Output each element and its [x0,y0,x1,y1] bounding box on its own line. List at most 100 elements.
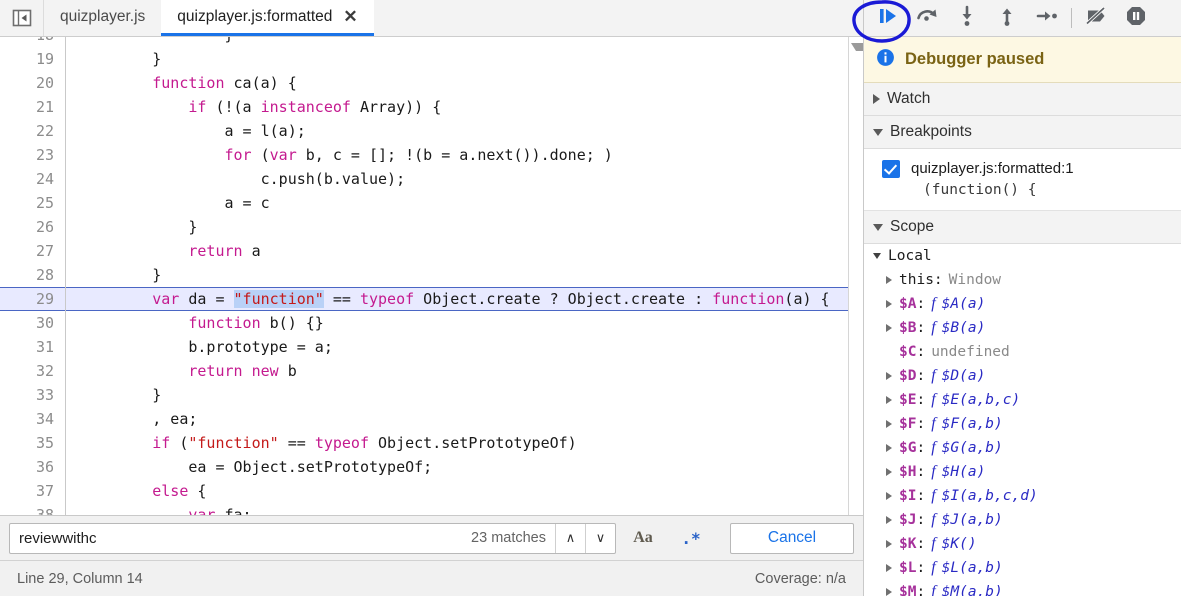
chevron-right-icon[interactable] [886,516,892,524]
code-line[interactable]: 29 var da = "function" == typeof Object.… [0,287,863,311]
code-token: ea = Object.setPrototypeOf; [80,458,433,476]
chevron-right-icon[interactable] [886,372,892,380]
show-navigator-button[interactable] [0,0,44,36]
step-button[interactable] [1027,0,1067,36]
chevron-right-icon[interactable] [886,300,892,308]
chevron-right-icon[interactable] [886,492,892,500]
search-prev-button[interactable]: ∧ [555,523,585,553]
line-number[interactable]: 24 [0,167,66,191]
scope-variable-row[interactable]: $K: f $K() [864,532,1181,556]
line-number[interactable]: 30 [0,311,66,335]
line-number[interactable]: 38 [0,503,66,515]
code-line[interactable]: 22 a = l(a); [0,119,863,143]
scope-local-header[interactable]: Local [864,244,1181,268]
tab-label: quizplayer.js [60,7,146,25]
search-next-button[interactable]: ∨ [585,523,615,553]
scope-variable-row[interactable]: $F: f $F(a,b) [864,412,1181,436]
line-number[interactable]: 26 [0,215,66,239]
chevron-right-icon[interactable] [886,540,892,548]
line-number[interactable]: 23 [0,143,66,167]
scope-variable-row[interactable]: $I: f $I(a,b,c,d) [864,484,1181,508]
chevron-right-icon[interactable] [886,396,892,404]
scope-variable-row[interactable]: $B: f $B(a) [864,316,1181,340]
scope-variable-row[interactable]: $M: f $M(a,b) [864,580,1181,596]
line-number[interactable]: 37 [0,479,66,503]
code-line[interactable]: 19 } [0,47,863,71]
chevron-right-icon[interactable] [886,324,892,332]
function-glyph-icon: f [931,559,936,576]
scope-variable-row[interactable]: $G: f $G(a,b) [864,436,1181,460]
code-line[interactable]: 31 b.prototype = a; [0,335,863,359]
scope-variable-row[interactable]: $J: f $J(a,b) [864,508,1181,532]
line-number[interactable]: 36 [0,455,66,479]
chevron-right-icon[interactable] [886,468,892,476]
code-line[interactable]: 25 a = c [0,191,863,215]
code-line[interactable]: 27 return a [0,239,863,263]
chevron-right-icon[interactable] [886,588,892,596]
line-number[interactable]: 34 [0,407,66,431]
cancel-button[interactable]: Cancel [730,522,854,554]
regex-toggle[interactable]: .* [678,524,704,553]
code-line[interactable]: 23 for (var b, c = []; !(b = a.next()).d… [0,143,863,167]
section-breakpoints[interactable]: Breakpoints [864,116,1181,149]
resume-button[interactable] [867,0,907,36]
breakpoint-item[interactable]: quizplayer.js:formatted:1 (function() { [864,149,1181,211]
code-line[interactable]: 34 , ea; [0,407,863,431]
variable-value: $G(a,b) [941,440,1003,456]
scope-variable-row[interactable]: $E: f $E(a,b,c) [864,388,1181,412]
code-line[interactable]: 32 return new b [0,359,863,383]
code-line[interactable]: 37 else { [0,479,863,503]
pause-on-exceptions-button[interactable] [1116,0,1156,36]
scope-variable-row[interactable]: this: Window [864,268,1181,292]
line-number[interactable]: 28 [0,263,66,287]
line-number[interactable]: 29 [0,287,66,311]
code-line[interactable]: 30 function b() {} [0,311,863,335]
line-number[interactable]: 21 [0,95,66,119]
line-number[interactable]: 20 [0,71,66,95]
line-number[interactable]: 22 [0,119,66,143]
step-out-button[interactable] [987,0,1027,36]
code-editor[interactable]: 18 }19 }20 function ca(a) {21 if (!(a in… [0,37,863,515]
code-line[interactable]: 38 var fa; [0,503,863,515]
deactivate-breakpoints-button[interactable] [1076,0,1116,36]
editor-scrollbar[interactable] [848,37,863,515]
code-line[interactable]: 24 c.push(b.value); [0,167,863,191]
scope-variable-row[interactable]: $A: f $A(a) [864,292,1181,316]
line-number[interactable]: 25 [0,191,66,215]
chevron-right-icon[interactable] [886,444,892,452]
breakpoint-checkbox[interactable] [882,160,900,178]
line-number[interactable]: 32 [0,359,66,383]
step-into-button[interactable] [947,0,987,36]
tab-quizplayer-js-formatted[interactable]: quizplayer.js:formatted ✕ [161,0,374,36]
chevron-right-icon[interactable] [886,564,892,572]
code-line[interactable]: 21 if (!(a instanceof Array)) { [0,95,863,119]
code-line[interactable]: 36 ea = Object.setPrototypeOf; [0,455,863,479]
chevron-right-icon[interactable] [886,276,892,284]
scope-variable-row[interactable]: $L: f $L(a,b) [864,556,1181,580]
close-icon[interactable]: ✕ [343,8,357,25]
line-number[interactable]: 19 [0,47,66,71]
tab-quizplayer-js[interactable]: quizplayer.js [44,0,161,36]
code-line[interactable]: 33 } [0,383,863,407]
code-line[interactable]: 18 } [0,37,863,47]
step-over-button[interactable] [907,0,947,36]
line-number[interactable]: 18 [0,37,66,47]
variable-colon: : [916,488,926,504]
section-watch[interactable]: Watch [864,83,1181,116]
code-line[interactable]: 35 if ("function" == typeof Object.setPr… [0,431,863,455]
line-number[interactable]: 31 [0,335,66,359]
line-number[interactable]: 35 [0,431,66,455]
line-number[interactable]: 33 [0,383,66,407]
scope-variable-row[interactable]: $C: undefined [864,340,1181,364]
code-line[interactable]: 26 } [0,215,863,239]
scope-variable-row[interactable]: $H: f $H(a) [864,460,1181,484]
scope-variable-list[interactable]: Local this: Window $A: f $A(a) $B: f $B(a) $C: und… [864,244,1181,596]
chevron-right-icon[interactable] [886,420,892,428]
line-number[interactable]: 27 [0,239,66,263]
code-line[interactable]: 28 } [0,263,863,287]
code-line[interactable]: 20 function ca(a) { [0,71,863,95]
search-input[interactable] [10,523,472,553]
section-scope[interactable]: Scope [864,211,1181,244]
scope-variable-row[interactable]: $D: f $D(a) [864,364,1181,388]
match-case-toggle[interactable]: Aa [630,524,656,553]
